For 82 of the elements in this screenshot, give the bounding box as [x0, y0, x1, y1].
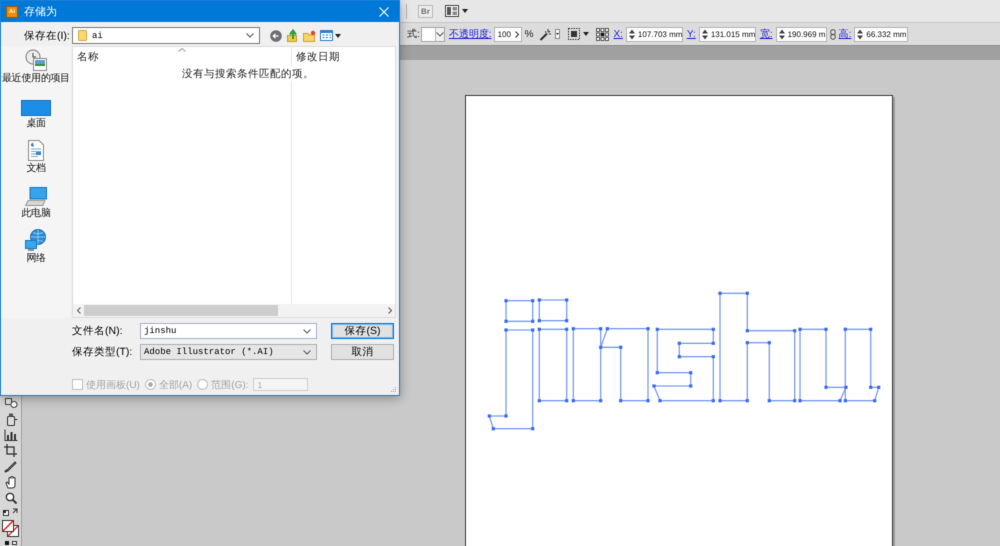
view-grid-icon [320, 30, 333, 41]
spinner-arrows-icon [778, 28, 785, 40]
x-field[interactable]: 107.703 mm [626, 26, 683, 42]
cancel-button[interactable]: 取消 [331, 344, 394, 360]
new-folder-icon [303, 30, 316, 42]
window-layout-icon [445, 5, 459, 17]
bar-chart-icon [4, 429, 18, 441]
chevron-down-icon [303, 350, 311, 354]
opacity-link[interactable]: 不透明度: [448, 27, 492, 41]
constrain-proportions-button[interactable] [830, 28, 836, 40]
view-menu-button[interactable] [320, 30, 341, 41]
sidebar-item[interactable]: 网络 [1, 229, 71, 274]
back-arrow-icon [270, 30, 282, 42]
swap-arrows-icon [2, 506, 18, 516]
chevron-left-icon [76, 307, 80, 314]
file-type-label: 保存类型(T): [72, 345, 134, 359]
sidebar-item[interactable]: 桌面 [1, 94, 71, 139]
dashed-square-icon [568, 28, 580, 40]
spinner-arrows-icon [702, 28, 708, 40]
horizontal-scrollbar[interactable] [73, 304, 395, 317]
caret-icon [462, 9, 468, 13]
width-link[interactable]: 宽: [760, 27, 773, 41]
file-type-dropdown[interactable]: Adobe Illustrator (*.AI) [140, 344, 317, 360]
up-folder-button[interactable] [287, 29, 298, 42]
file-name-label: 文件名(N): [72, 324, 124, 338]
document-icon [28, 140, 44, 161]
chevron-right-icon [514, 30, 519, 38]
folder-dropdown[interactable]: ai [72, 27, 260, 44]
x-link[interactable]: X: [613, 28, 623, 40]
style-label: 式: [407, 28, 420, 41]
computer-icon [25, 187, 47, 206]
layout-menu-button[interactable] [445, 5, 468, 17]
save-button[interactable]: 保存(S) [331, 323, 394, 339]
caret-icon [583, 32, 590, 36]
knife-icon [4, 460, 17, 472]
caret-icon [555, 29, 560, 39]
up-arrow-folder-icon [287, 29, 298, 42]
y-link[interactable]: Y: [686, 28, 696, 40]
chevron-right-icon [388, 307, 392, 314]
no-fill-stroke-icon [2, 520, 19, 536]
percent-label: % [524, 28, 534, 40]
hand-icon [4, 475, 16, 489]
file-name-field[interactable]: jinshu [140, 323, 317, 339]
color-squares-icon [4, 540, 18, 545]
wand-icon [539, 28, 552, 40]
chevron-down-icon [246, 33, 254, 38]
width-field[interactable]: 190.969 m [776, 26, 827, 42]
wand-dropdown-button[interactable] [539, 28, 560, 40]
sort-caret-icon [178, 48, 186, 52]
spinner-arrows-icon [857, 28, 864, 40]
height-field[interactable]: 66.332 mm [854, 26, 908, 42]
column-header[interactable]: 名称 [73, 47, 291, 67]
back-button[interactable] [270, 30, 282, 42]
globe-network-icon [25, 229, 47, 251]
clock-icon [24, 49, 48, 71]
chain-link-icon [830, 28, 836, 40]
sidebar-item[interactable]: 文档 [1, 139, 71, 184]
folder-icon [78, 30, 87, 41]
reference-point-icon [596, 28, 610, 40]
desktop-icon [21, 100, 51, 116]
chevron-down-icon [436, 32, 444, 36]
scrollbar-thumb[interactable] [84, 305, 278, 316]
folder-name: ai [92, 30, 103, 40]
new-folder-button[interactable] [303, 30, 316, 42]
sidebar-item[interactable]: 最近使用的项目 [1, 49, 71, 94]
transform-dropdown-button[interactable] [568, 28, 590, 40]
shapes-icon [4, 398, 18, 408]
close-icon [379, 6, 389, 16]
crop-frame-icon [4, 444, 17, 457]
save-in-label: 保存在(I): [24, 28, 71, 42]
magnifier-icon [4, 492, 16, 504]
opacity-field[interactable]: 100 [494, 26, 522, 42]
y-field[interactable]: 131.015 mm [698, 26, 756, 42]
reference-point-button[interactable] [596, 28, 610, 40]
sidebar-item[interactable]: 此电脑 [1, 184, 71, 229]
spinner-arrows-icon [628, 28, 635, 40]
resize-grip-icon [390, 386, 397, 393]
caret-icon [335, 34, 341, 38]
chevron-down-icon [303, 328, 311, 334]
graphic-style-dropdown[interactable] [420, 26, 445, 42]
dialog-title: 存储为 [24, 5, 57, 19]
height-link[interactable]: 高: [838, 27, 852, 41]
